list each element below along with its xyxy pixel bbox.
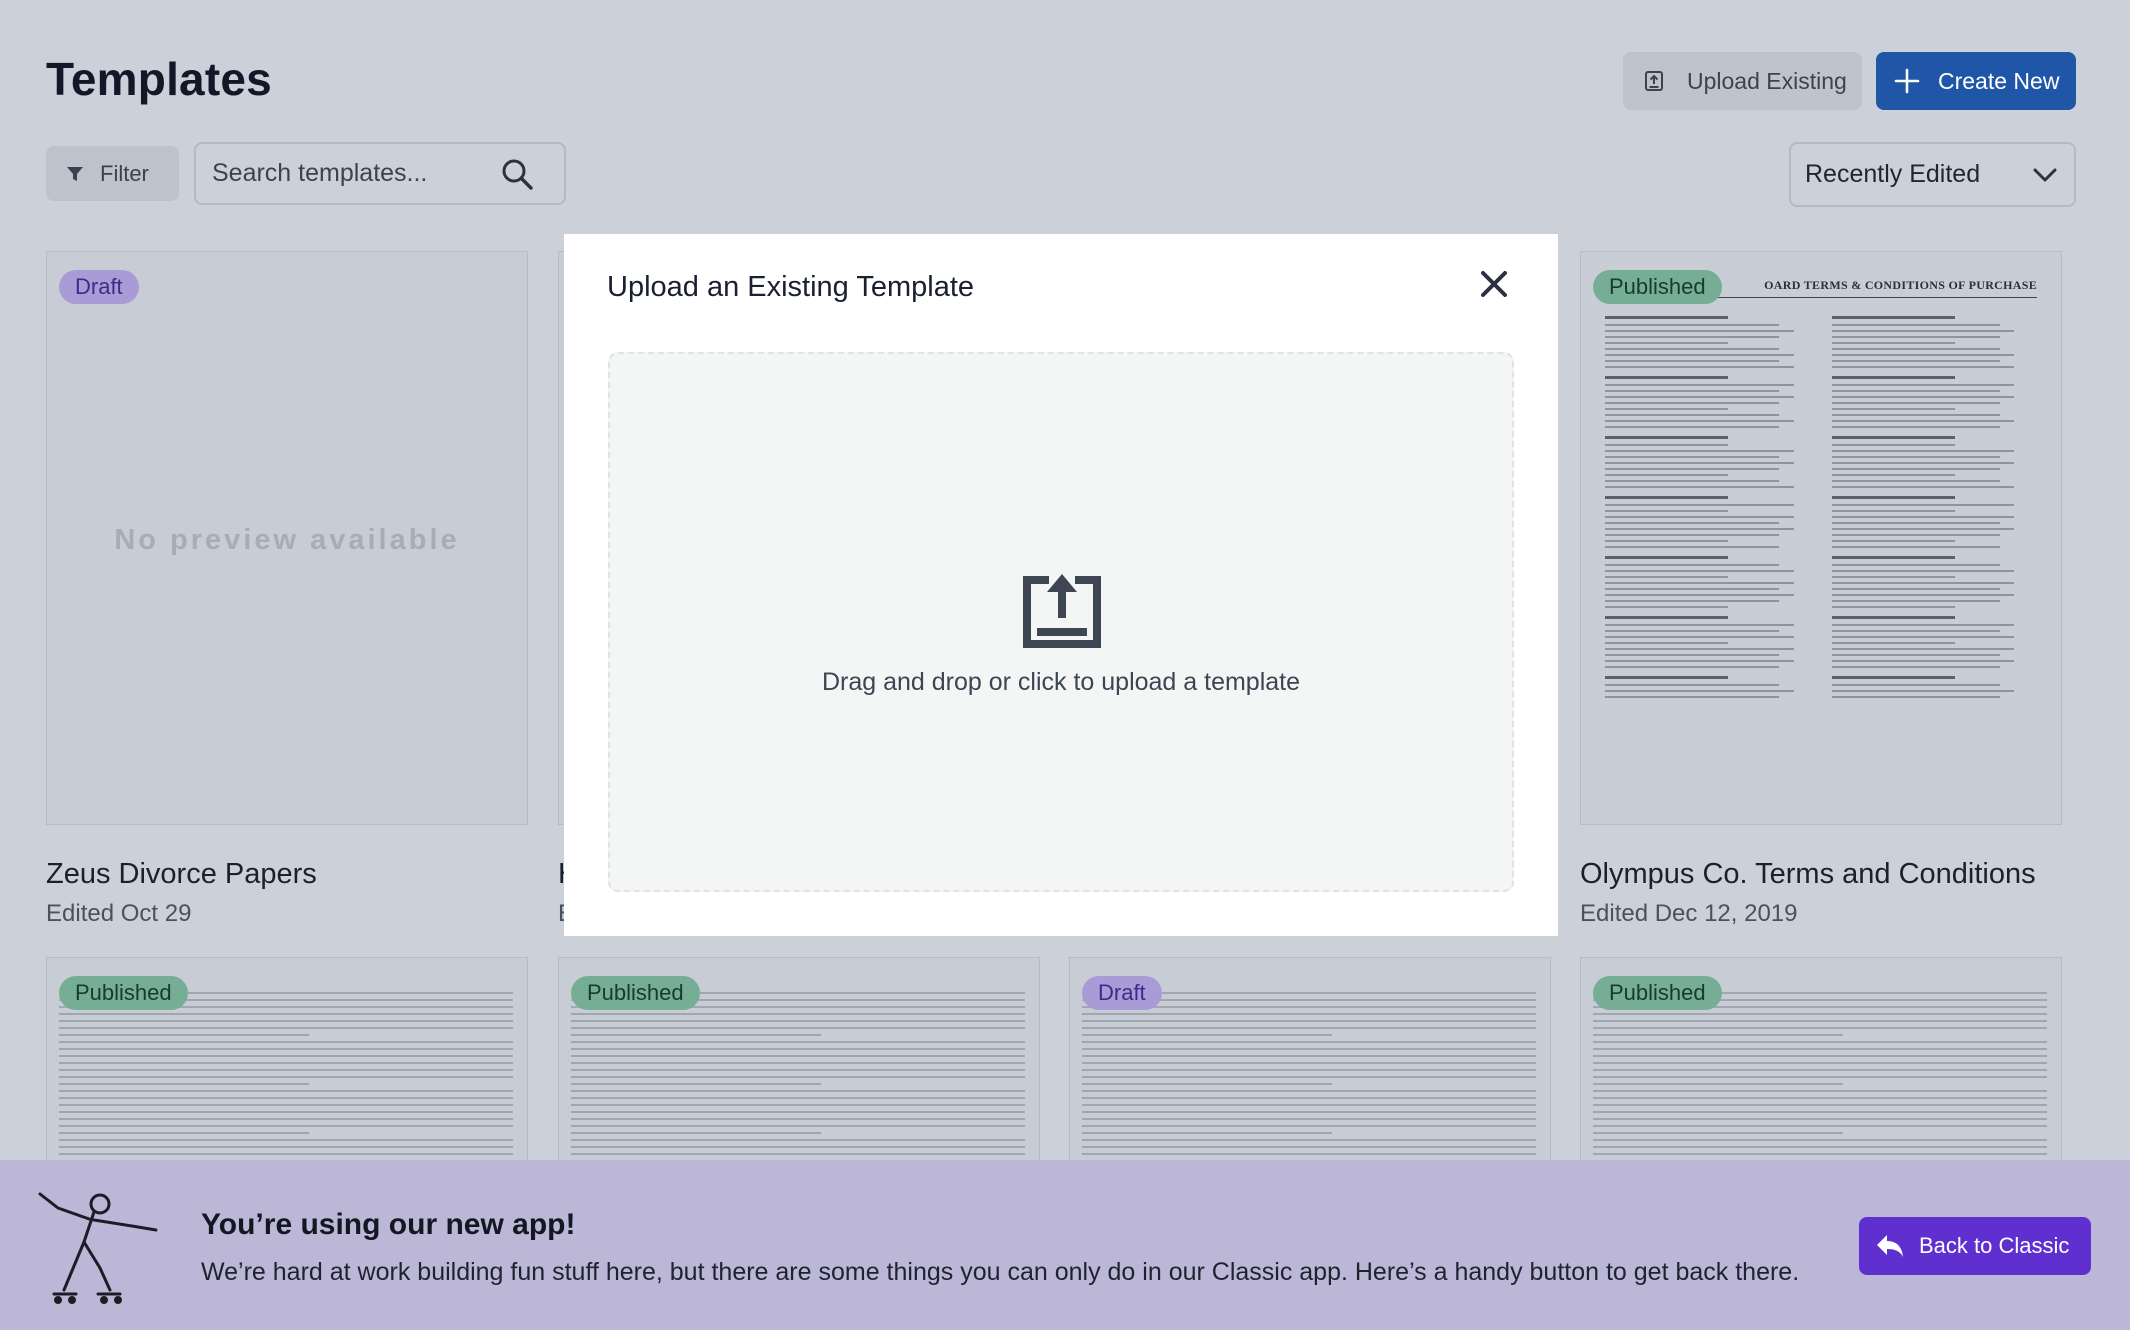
template-thumbnail[interactable]: Published [558, 957, 1040, 1167]
dropzone-text: Drag and drop or click to upload a templ… [821, 668, 1301, 696]
filter-label: Filter [100, 160, 149, 186]
status-badge: Draft [1082, 976, 1162, 1010]
filter-icon [67, 166, 83, 181]
filter-button[interactable]: Filter [46, 146, 179, 201]
template-card[interactable]: Published [1580, 957, 2062, 1167]
status-badge: Published [1593, 270, 1722, 304]
template-thumbnail[interactable]: Published [46, 957, 528, 1167]
status-badge: Published [571, 976, 700, 1010]
skater-illustration [38, 1192, 158, 1304]
back-to-classic-label: Back to Classic [1919, 1233, 2070, 1258]
search-input[interactable] [212, 159, 502, 188]
upload-icon [1023, 574, 1101, 648]
template-thumbnail[interactable]: OARD TERMS & CONDITIONS OF PURCHASE Publ… [1580, 251, 2062, 825]
upload-file-icon [1645, 71, 1663, 91]
status-badge: Draft [59, 270, 139, 304]
banner-text: We’re hard at work building fun stuff he… [201, 1258, 1800, 1286]
reply-arrow-icon [1877, 1235, 1903, 1257]
document-preview [1082, 992, 1536, 1166]
template-thumbnail[interactable]: Draft No preview available [46, 251, 528, 825]
search-icon[interactable] [500, 157, 534, 191]
template-card[interactable]: Draft No preview available Zeus Divorce … [46, 251, 528, 941]
create-new-label: Create New [1938, 67, 2060, 94]
plus-icon [1894, 68, 1920, 94]
back-to-classic-button[interactable]: Back to Classic [1859, 1217, 2091, 1275]
create-new-button[interactable]: Create New [1876, 52, 2076, 110]
template-title[interactable]: Olympus Co. Terms and Conditions [1580, 858, 2036, 891]
chevron-down-icon [2033, 168, 2057, 182]
status-badge: Published [1593, 976, 1722, 1010]
document-preview [1593, 992, 2047, 1166]
no-preview-text: No preview available [114, 524, 460, 556]
search-box [194, 142, 566, 205]
upload-existing-label: Upload Existing [1687, 67, 1847, 94]
template-card[interactable]: Published [46, 957, 528, 1167]
template-card[interactable]: OARD TERMS & CONDITIONS OF PURCHASE Publ… [1580, 251, 2062, 941]
upload-dropzone[interactable]: Drag and drop or click to upload a templ… [608, 352, 1514, 892]
modal-title: Upload an Existing Template [607, 271, 975, 303]
new-app-banner: You’re using our new app! We’re hard at … [0, 1160, 2130, 1330]
template-thumbnail[interactable]: Draft [1069, 957, 1551, 1167]
banner-title: You’re using our new app! [201, 1208, 576, 1241]
template-thumbnail[interactable]: Published [1580, 957, 2062, 1167]
template-edited-date: Edited Dec 12, 2019 [1580, 900, 1798, 927]
template-edited-date: Edited Oct 29 [46, 900, 192, 927]
page-title: Templates [46, 53, 272, 105]
template-card[interactable]: Draft [1069, 957, 1551, 1167]
sort-dropdown-value: Recently Edited [1805, 160, 1981, 188]
status-badge: Published [59, 976, 188, 1010]
close-icon[interactable] [1478, 268, 1510, 300]
document-preview [571, 992, 1025, 1166]
template-card[interactable]: Published [558, 957, 1040, 1167]
document-preview [59, 992, 513, 1166]
upload-template-modal: Upload an Existing Template Drag and dro… [564, 234, 1558, 936]
upload-existing-button[interactable]: Upload Existing [1623, 52, 1862, 110]
template-title[interactable]: Zeus Divorce Papers [46, 858, 317, 891]
sort-dropdown[interactable]: Recently Edited [1789, 142, 2076, 207]
document-preview: OARD TERMS & CONDITIONS OF PURCHASE [1581, 252, 2061, 824]
